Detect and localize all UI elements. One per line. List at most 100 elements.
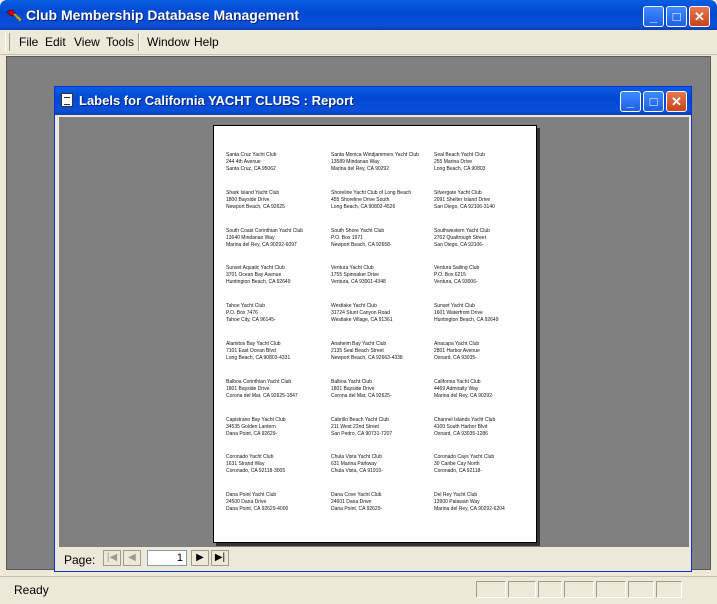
label-club-name: Dana Point Yacht Club xyxy=(226,492,277,499)
label-club-name: Silvergate Yacht Club xyxy=(434,189,482,196)
label-club-name: Anaheim Bay Yacht Club xyxy=(331,341,387,347)
maximize-icon: □ xyxy=(649,94,658,109)
mailing-label: Del Rey Yacht Club 13900 Palawan Way Marin… xyxy=(434,492,534,513)
label-city-state-zip: Newport Beach, CA 92663-4338 xyxy=(331,355,403,361)
mailing-label: Tahoe Yacht Club P.O. Box 7476 Tahoe City,… xyxy=(226,303,326,324)
label-club-name: Coronado Yacht Club xyxy=(226,454,274,461)
first-page-button[interactable]: |◀ xyxy=(103,550,121,566)
previous-page-button[interactable]: ◀ xyxy=(123,550,141,566)
label-club-name: Santa Cruz Yacht Club xyxy=(226,152,277,158)
print-preview-area[interactable]: Santa Cruz Yacht Club 244 4th Avenue Santa… xyxy=(59,117,689,547)
label-address: 244 4th Avenue xyxy=(226,159,261,165)
label-address: 1800 Bayside Drive xyxy=(226,196,270,203)
status-text: Ready xyxy=(14,583,49,597)
label-city-state-zip: Dana Point, CA 92629-4000 xyxy=(226,506,289,513)
first-page-icon: |◀ xyxy=(106,552,118,563)
label-city-state-zip: Chula Vista, CA 91910- xyxy=(331,468,383,475)
label-address: P.O. Box 7476 xyxy=(226,310,258,317)
label-city-state-zip: Long Beach, CA 90803-4331 xyxy=(226,355,291,361)
label-address: 30 Caribe Cay North xyxy=(434,461,480,468)
label-city-state-zip: Dana Point, CA 92629- xyxy=(331,506,383,513)
label-address: 4469 Admiralty Way xyxy=(434,385,479,392)
menu-file[interactable]: File xyxy=(19,35,38,49)
label-city-state-zip: Dana Point, CA 92629- xyxy=(226,430,278,437)
report-icon[interactable] xyxy=(61,93,73,107)
label-club-name: Dana Cove Yacht Club xyxy=(331,492,382,499)
mailing-label: Balboa Yacht Club 1801 Bayside Drive Coron… xyxy=(331,379,431,400)
close-icon: ✕ xyxy=(671,94,682,109)
label-address: 2702 Qualtrough Street xyxy=(434,234,486,241)
label-city-state-zip: Coronado, CA 92118- xyxy=(434,468,482,475)
report-minimize-button[interactable]: _ xyxy=(620,91,641,112)
label-city-state-zip: Huntington Beach, CA 92649 xyxy=(226,279,291,286)
report-page[interactable]: Santa Cruz Yacht Club 244 4th Avenue Santa… xyxy=(213,125,537,543)
label-club-name: Shark Island Yacht Club xyxy=(226,189,280,196)
mailing-label: Cabrillo Beach Yacht Club 211 West 22nd S… xyxy=(331,417,431,438)
label-city-state-zip: Oxnard, CA 93035-1286 xyxy=(434,430,488,437)
label-city-state-zip: Ventura, CA 93001-4348 xyxy=(331,279,386,286)
mailing-label: Chula Vista Yacht Club 631 Marina Parkway… xyxy=(331,454,431,475)
menu-window[interactable]: Window xyxy=(147,35,190,49)
label-address: 1631 Strand Way xyxy=(226,461,265,468)
minimize-icon: _ xyxy=(626,94,635,109)
menu-view[interactable]: View xyxy=(74,35,100,49)
mailing-label: Santa Cruz Yacht Club 244 4th Avenue Santa… xyxy=(226,152,326,173)
label-club-name: Anacapa Yacht Club xyxy=(434,341,480,347)
mailing-label: Coronado Yacht Club 1631 Strand Way Corona… xyxy=(226,454,326,475)
next-page-button[interactable]: ▶ xyxy=(191,550,209,566)
mailing-label: Ventura Yacht Club 1755 Spinnaker Drive Ve… xyxy=(331,265,431,286)
label-address: 631 Marina Parkway xyxy=(331,461,377,468)
minimize-button[interactable]: _ xyxy=(643,6,664,27)
label-club-name: South Coast Corinthian Yacht Club xyxy=(226,227,304,234)
last-page-button[interactable]: ▶| xyxy=(211,550,229,566)
mailing-label: South Shore Yacht Club P.O. Box 1971 Newpo… xyxy=(331,228,431,249)
menu-grip[interactable] xyxy=(5,33,10,51)
label-address: 34535 Golden Lantern xyxy=(226,423,276,430)
page-number-input[interactable]: 1 xyxy=(147,550,187,566)
app-title: Club Membership Database Management xyxy=(26,7,300,23)
app-titlebar[interactable]: Club Membership Database Management _ □ … xyxy=(0,0,717,30)
label-city-state-zip: San Pedro, CA 90731-7207 xyxy=(331,430,393,437)
mailing-label: Ventura Sailing Club P.O. Box 6215 Ventura… xyxy=(434,265,534,286)
label-address: 1755 Spinnaker Drive xyxy=(331,272,380,279)
label-club-name: South Shore Yacht Club xyxy=(331,227,385,234)
label-club-name: Seal Beach Yacht Club xyxy=(434,152,485,158)
mailing-label: Channel Islands Yacht Club 4100 South Har… xyxy=(434,417,534,438)
key-icon[interactable] xyxy=(6,8,22,22)
label-address: 211 West 22nd Street xyxy=(331,423,379,430)
label-address: 1801 Bayside Drive xyxy=(226,385,270,392)
status-panel xyxy=(538,581,562,598)
label-address: 2091 Shelter Island Drive xyxy=(434,196,491,203)
mailing-label: Anaheim Bay Yacht Club 2135 Seal Beach St… xyxy=(331,341,431,362)
label-city-state-zip: Marina del Rey, CA 90292 xyxy=(331,166,389,172)
label-address: 255 Marina Drive xyxy=(434,159,473,165)
report-titlebar[interactable]: Labels for California YACHT CLUBS : Repo… xyxy=(55,87,691,115)
menu-help[interactable]: Help xyxy=(194,35,219,49)
page-navigation: Page: |◀ ◀ 1 ▶ ▶| xyxy=(59,549,689,569)
label-club-name: Alamitos Bay Yacht Club xyxy=(226,341,281,347)
label-address: 13900 Palawan Way xyxy=(434,499,480,506)
label-address: 1601 Waterfront Drive xyxy=(434,310,483,317)
mailing-label: Southwestern Yacht Club 2702 Qualtrough S… xyxy=(434,228,534,249)
label-club-name: Del Rey Yacht Club xyxy=(434,492,478,499)
menu-tools[interactable]: Tools xyxy=(106,35,134,49)
label-city-state-zip: Newport Beach, CA 92658- xyxy=(331,241,392,248)
label-address: 7101 East Ocean Blvd xyxy=(226,348,276,354)
label-club-name: Chula Vista Yacht Club xyxy=(331,454,382,461)
report-maximize-button[interactable]: □ xyxy=(643,91,664,112)
mailing-label: Dana Point Yacht Club 24500 Dana Drive Dan… xyxy=(226,492,326,513)
label-club-name: Coronado Cays Yacht Club xyxy=(434,454,495,461)
status-panel xyxy=(628,581,654,598)
maximize-button[interactable]: □ xyxy=(666,6,687,27)
label-city-state-zip: Ventura, CA 93006- xyxy=(434,279,478,286)
label-address: 3701 Ocean Bay Avenue xyxy=(226,272,282,279)
menu-edit[interactable]: Edit xyxy=(45,35,66,49)
application-window: Club Membership Database Management _ □ … xyxy=(0,0,717,604)
report-close-button[interactable]: ✕ xyxy=(666,91,687,112)
mailing-label: Silvergate Yacht Club 2091 Shelter Island… xyxy=(434,190,534,211)
close-button[interactable]: ✕ xyxy=(689,6,710,27)
label-address: 24601 Dana Drive xyxy=(331,499,372,506)
label-club-name: California Yacht Club xyxy=(434,378,481,385)
status-panel xyxy=(476,581,506,598)
label-city-state-zip: Coronado, CA 92118-3005 xyxy=(226,468,286,475)
